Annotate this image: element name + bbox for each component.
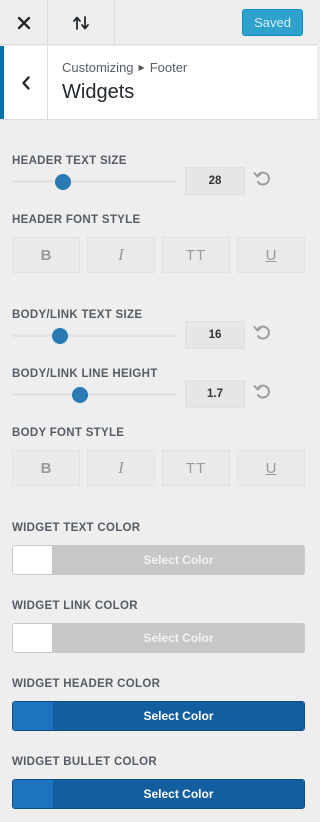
saved-button[interactable]: Saved xyxy=(242,9,303,36)
widget-link-color-label: WIDGET LINK COLOR xyxy=(12,600,138,612)
panel-title: Widgets xyxy=(62,81,135,103)
body-text-size-thumb[interactable] xyxy=(51,327,68,344)
header-bold-button[interactable]: B xyxy=(12,237,80,273)
chevron-left-icon xyxy=(21,75,30,90)
widget-link-color-picker[interactable]: Select Color xyxy=(12,623,305,653)
customizer-topbar: Saved xyxy=(0,0,317,45)
select-color-button[interactable]: Select Color xyxy=(53,702,304,730)
header-underline-button[interactable]: U xyxy=(237,237,305,273)
body-text-size-label: BODY/LINK TEXT SIZE xyxy=(12,309,143,321)
widget-text-color-picker[interactable]: Select Color xyxy=(12,545,305,575)
header-text-size-thumb[interactable] xyxy=(55,173,72,190)
body-line-height-label: BODY/LINK LINE HEIGHT xyxy=(12,368,158,380)
body-italic-button[interactable]: I xyxy=(87,450,155,486)
color-swatch[interactable] xyxy=(13,624,53,652)
body-uppercase-button[interactable]: TT xyxy=(162,450,230,486)
select-color-button[interactable]: Select Color xyxy=(53,780,304,808)
header-italic-button[interactable]: I xyxy=(87,237,155,273)
widget-bullet-color-picker[interactable]: Select Color xyxy=(12,779,305,809)
color-swatch[interactable] xyxy=(13,546,53,574)
close-icon xyxy=(17,16,30,29)
body-font-style-label: BODY FONT STYLE xyxy=(12,427,125,439)
color-swatch[interactable] xyxy=(13,780,53,808)
body-line-height-slider[interactable] xyxy=(12,386,177,403)
breadcrumb: Customizing ▶ Footer xyxy=(62,60,187,75)
body-line-height-input[interactable]: 1.7 xyxy=(185,380,245,408)
close-button[interactable] xyxy=(0,0,48,45)
breadcrumb-prefix: Customizing xyxy=(62,60,134,75)
panel-header: Customizing ▶ Footer Widgets xyxy=(0,46,317,120)
undo-icon[interactable] xyxy=(253,323,271,341)
undo-icon[interactable] xyxy=(253,169,271,187)
body-text-size-slider[interactable] xyxy=(12,327,177,344)
sort-button[interactable] xyxy=(48,0,115,45)
back-button[interactable] xyxy=(0,46,48,119)
color-swatch[interactable] xyxy=(13,702,53,730)
select-color-button[interactable]: Select Color xyxy=(53,624,304,652)
undo-icon[interactable] xyxy=(253,382,271,400)
body-bold-button[interactable]: B xyxy=(12,450,80,486)
header-text-size-slider[interactable] xyxy=(12,173,177,190)
breadcrumb-section: Footer xyxy=(149,60,188,75)
header-font-style-label: HEADER FONT STYLE xyxy=(12,214,141,226)
caret-right-icon: ▶ xyxy=(138,63,145,72)
widget-header-color-picker[interactable]: Select Color xyxy=(12,701,305,731)
widget-bullet-color-label: WIDGET BULLET COLOR xyxy=(12,756,157,768)
widget-text-color-label: WIDGET TEXT COLOR xyxy=(12,522,141,534)
header-uppercase-button[interactable]: TT xyxy=(162,237,230,273)
widget-header-color-label: WIDGET HEADER COLOR xyxy=(12,678,161,690)
sort-arrows-icon xyxy=(73,15,89,30)
header-text-size-input[interactable]: 28 xyxy=(185,167,245,195)
body-underline-button[interactable]: U xyxy=(237,450,305,486)
body-line-height-thumb[interactable] xyxy=(71,386,88,403)
header-text-size-label: HEADER TEXT SIZE xyxy=(12,155,127,167)
select-color-button[interactable]: Select Color xyxy=(53,546,304,574)
body-text-size-input[interactable]: 16 xyxy=(185,321,245,349)
